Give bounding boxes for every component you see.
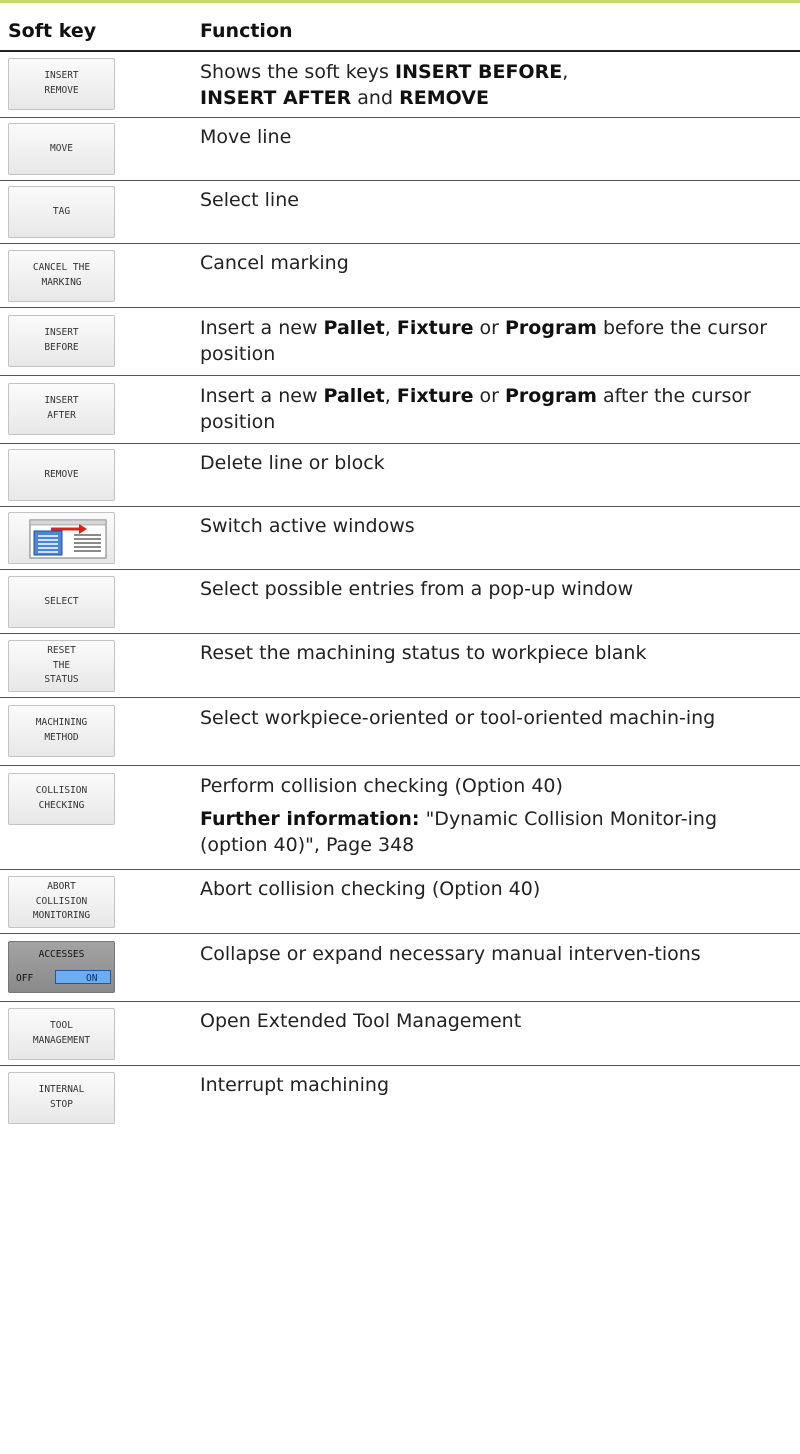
function-text: Select possible entries from a pop-up wi… <box>200 578 634 600</box>
table-header: Soft key Function <box>0 6 800 51</box>
toggle-off-label: OFF <box>16 973 34 984</box>
table-row: COLLISION CHECKING Perform collision che… <box>0 766 800 870</box>
function-text: Select line <box>200 189 299 211</box>
function-text: Collapse or expand necessary manual inte… <box>200 943 701 965</box>
function-text: Shows the soft keys INSERT BEFORE, INSERT… <box>200 61 569 109</box>
table-row: TOOL MANAGEMENT Open Extended Tool Manag… <box>0 1002 800 1066</box>
tag-softkey[interactable]: TAG <box>8 186 115 238</box>
table-row: INSERT BEFORE Insert a new Pallet, Fixtu… <box>0 308 800 376</box>
insert-after-softkey[interactable]: INSERT AFTER <box>8 383 115 435</box>
switch-windows-softkey[interactable] <box>8 512 115 564</box>
table-row: REMOVE Delete line or block <box>0 444 800 507</box>
collision-checking-softkey[interactable]: COLLISION CHECKING <box>8 773 115 825</box>
internal-stop-softkey[interactable]: INTERNAL STOP <box>8 1072 115 1124</box>
table-row: INSERT REMOVE Shows the soft keys INSERT… <box>0 52 800 118</box>
cancel-marking-softkey[interactable]: CANCEL THE MARKING <box>8 250 115 302</box>
toggle-on-state: ON <box>55 970 111 984</box>
function-text: Select workpiece-oriented or tool-orient… <box>200 707 716 729</box>
switch-windows-icon <box>29 519 107 559</box>
machining-method-softkey[interactable]: MACHINING METHOD <box>8 705 115 757</box>
function-text: Cancel marking <box>200 252 349 274</box>
table-row: CANCEL THE MARKING Cancel marking <box>0 244 800 308</box>
function-text: Perform collision checking (Option 40) F… <box>200 775 717 856</box>
top-accent-line <box>0 0 800 3</box>
reset-status-softkey[interactable]: RESET THE STATUS <box>8 640 115 692</box>
remove-softkey[interactable]: REMOVE <box>8 449 115 501</box>
move-softkey[interactable]: MOVE <box>8 123 115 175</box>
accesses-toggle-softkey[interactable]: ACCESSES OFF ON <box>8 941 115 993</box>
further-info-label: Further information: <box>200 808 420 830</box>
table-row: MOVE Move line <box>0 118 800 181</box>
table-row: Switch active windows <box>0 507 800 570</box>
abort-collision-monitoring-softkey[interactable]: ABORT COLLISION MONITORING <box>8 876 115 928</box>
function-text: Abort collision checking (Option 40) <box>200 878 541 900</box>
table-row: ACCESSES OFF ON Collapse or expand neces… <box>0 934 800 1002</box>
table-row: SELECT Select possible entries from a po… <box>0 570 800 634</box>
function-text: Reset the machining status to workpiece … <box>200 642 647 664</box>
insert-before-softkey[interactable]: INSERT BEFORE <box>8 315 115 367</box>
table-row: MACHINING METHOD Select workpiece-orient… <box>0 698 800 766</box>
header-softkey: Soft key <box>8 20 97 42</box>
table-row: INSERT AFTER Insert a new Pallet, Fixtur… <box>0 376 800 444</box>
function-text: Insert a new Pallet, Fixture or Program … <box>200 385 751 433</box>
table-row: INTERNAL STOP Interrupt machining <box>0 1066 800 1130</box>
function-text: Delete line or block <box>200 452 385 474</box>
function-text: Switch active windows <box>200 515 415 537</box>
function-text: Open Extended Tool Management <box>200 1010 522 1032</box>
header-function: Function <box>200 20 293 42</box>
accesses-toggle[interactable]: OFF ON <box>9 970 116 986</box>
table-row: RESET THE STATUS Reset the machining sta… <box>0 634 800 698</box>
table-row: TAG Select line <box>0 181 800 244</box>
function-text: Insert a new Pallet, Fixture or Program … <box>200 317 768 365</box>
insert-remove-softkey[interactable]: INSERT REMOVE <box>8 58 115 110</box>
select-softkey[interactable]: SELECT <box>8 576 115 628</box>
table-row: ABORT COLLISION MONITORING Abort collisi… <box>0 870 800 934</box>
tool-management-softkey[interactable]: TOOL MANAGEMENT <box>8 1008 115 1060</box>
function-text: Interrupt machining <box>200 1074 390 1096</box>
function-text: Move line <box>200 126 292 148</box>
